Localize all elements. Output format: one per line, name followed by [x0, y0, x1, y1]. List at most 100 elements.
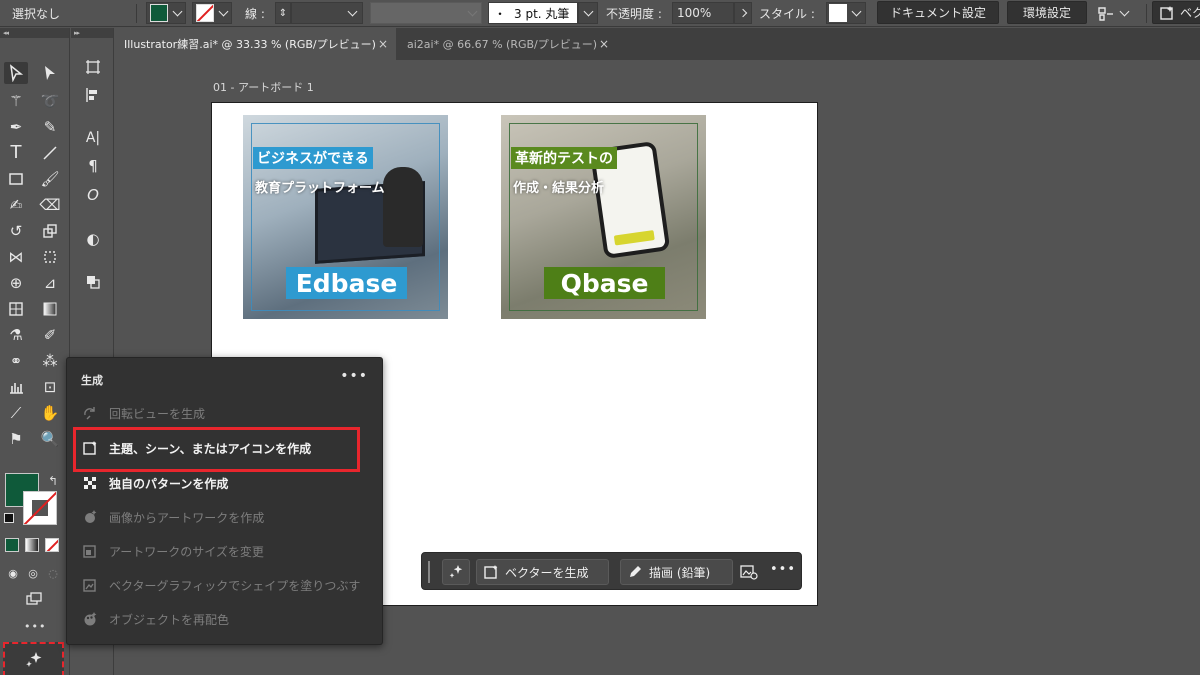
direct-selection-tool[interactable] [38, 62, 62, 84]
graphic-style-dropdown[interactable] [826, 2, 866, 24]
menu-item-resize-artwork[interactable]: アートワークのサイズを変更 [81, 536, 371, 566]
symbol-sprayer-icon: ⁂ [42, 351, 58, 370]
rotate-view-icon [81, 404, 99, 422]
taskbar-drag-handle[interactable] [428, 561, 430, 583]
character-panel-button[interactable]: A| [81, 127, 105, 149]
document-settings-button[interactable]: ドキュメント設定 [877, 1, 999, 24]
draw-inside-button[interactable]: ◌ [43, 562, 63, 584]
image-trace-button[interactable] [740, 564, 758, 583]
shape-builder-tool[interactable]: ⊕ [4, 272, 28, 294]
opentype-panel-button[interactable]: O [81, 184, 105, 206]
variable-width-profile[interactable] [370, 2, 482, 24]
ai-generate-button[interactable] [442, 559, 470, 585]
draw-normal-button[interactable]: ◉ [3, 562, 23, 584]
draw-behind-button[interactable]: ◎ [23, 562, 43, 584]
menu-item-create-pattern[interactable]: 独自のパターンを作成 [81, 468, 371, 498]
edit-toolbar-button[interactable]: ••• [24, 620, 46, 633]
line-segment-tool[interactable] [38, 142, 62, 164]
screen-mode-icon [26, 592, 42, 605]
tab-ai2ai[interactable]: ai2ai* @ 66.67 % (RGB/プレビュー) × [397, 28, 617, 60]
slice-tool[interactable]: ⟋ [4, 402, 28, 424]
artboard-tool[interactable]: ⊡ [38, 376, 62, 398]
qbase-banner-image[interactable]: 革新的テストの 作成・結果分析 Qbase [501, 115, 706, 319]
shaper-tool[interactable]: ✍ [4, 194, 28, 216]
generate-vector-button[interactable]: ベクターを生成 [476, 559, 609, 585]
type-tool[interactable]: T [4, 142, 28, 164]
brush-dropdown[interactable] [578, 2, 598, 24]
draw-pencil-button[interactable]: 描画 (鉛筆) [620, 559, 733, 585]
contextual-task-bar: ベクターを生成 描画 (鉛筆) ••• [421, 552, 802, 590]
perspective-grid-tool[interactable]: ⊿ [38, 272, 62, 294]
magic-wand-tool[interactable]: ⚚ [4, 90, 28, 112]
stroke-color-dropdown[interactable] [192, 2, 232, 24]
column-graph-tool[interactable] [4, 376, 28, 398]
opacity-field[interactable]: 100% [672, 2, 734, 24]
align-options-dropdown[interactable] [1097, 0, 1130, 27]
preferences-button[interactable]: 環境設定 [1007, 1, 1087, 24]
appearance-panel-button[interactable]: ◐ [81, 228, 105, 250]
align-panel-button[interactable] [81, 84, 105, 106]
stroke-swatch-large[interactable] [23, 491, 57, 525]
paintbrush-tool[interactable]: 🖌 [38, 168, 62, 190]
line-segment-icon [43, 146, 57, 160]
fill-color-dropdown[interactable] [146, 2, 186, 24]
symbol-sprayer-tool[interactable]: ⁂ [38, 350, 62, 372]
panel-dock-expand[interactable]: ▸▸ [71, 28, 113, 38]
free-transform-tool[interactable] [38, 246, 62, 268]
measure-tool[interactable]: ✐ [38, 324, 62, 346]
zoom-tool[interactable]: 🔍 [38, 428, 62, 450]
rotate-tool[interactable]: ↺ [4, 220, 28, 242]
eraser-tool[interactable]: ⌫ [38, 194, 62, 216]
taskbar-more-button[interactable]: ••• [770, 562, 796, 577]
blend-tool[interactable]: ⚭ [4, 350, 28, 372]
close-icon[interactable]: × [378, 37, 388, 51]
menu-item-artwork-from-image[interactable]: 画像からアートワークを作成 [81, 502, 371, 532]
gradient-mode-button[interactable] [25, 538, 39, 552]
eyedropper-tool[interactable]: ⚗ [4, 324, 28, 346]
lasso-tool[interactable]: ➰ [38, 90, 62, 112]
width-tool[interactable]: ⋈ [4, 246, 28, 268]
tools-panel-collapse[interactable]: ◂◂ [0, 28, 69, 38]
selection-tool[interactable] [4, 62, 28, 84]
default-colors-icon[interactable] [4, 513, 14, 523]
artboard-label[interactable]: 01 - アートボード 1 [213, 79, 314, 95]
none-mode-button[interactable] [45, 538, 59, 552]
scale-tool[interactable] [38, 220, 62, 242]
hand-tool[interactable]: ✋ [38, 402, 62, 424]
stroke-weight-stepper[interactable]: ⇕ [275, 2, 291, 24]
rectangle-tool[interactable] [4, 168, 28, 190]
edbase-banner-image[interactable]: ビジネスができる 教育プラットフォーム Edbase [243, 115, 448, 319]
magic-wand-icon: ⚚ [9, 91, 23, 110]
paragraph-panel-button[interactable]: ¶ [81, 155, 105, 177]
curvature-tool[interactable]: ✎ [38, 116, 62, 138]
swap-colors-icon[interactable]: ↰ [48, 474, 58, 488]
menu-item-fill-shape-with-vector[interactable]: ベクターグラフィックでシェイプを塗りつぶす [81, 570, 371, 600]
brush-definition-field[interactable]: ・ 3 pt. 丸筆 [488, 2, 578, 24]
stroke-weight-field[interactable] [291, 2, 363, 24]
stroke-label: 線 : [245, 7, 265, 21]
direct-selection-arrow-icon [45, 66, 55, 80]
flyout-more-button[interactable]: ••• [340, 368, 368, 384]
artboards-panel-button[interactable] [81, 56, 105, 78]
paintbrush-icon: 🖌 [40, 169, 60, 188]
menu-item-recolor-object[interactable]: オブジェクトを再配色 [81, 604, 371, 634]
tab-illustrator-practice[interactable]: Illustrator練習.ai* @ 33.33 % (RGB/プレビュー) … [114, 28, 396, 60]
generate-vector-top-button[interactable]: ベク [1152, 1, 1200, 24]
puppet-warp-tool[interactable]: ⚑ [4, 428, 28, 450]
chevron-down-icon [467, 6, 478, 16]
opacity-arrow-button[interactable] [734, 2, 752, 24]
generative-ai-tool-button[interactable] [3, 642, 64, 675]
menu-item-generate-rotate-view[interactable]: 回転ビューを生成 [81, 398, 371, 428]
color-mode-button[interactable] [5, 538, 19, 552]
screen-mode-button[interactable] [22, 588, 46, 610]
pathfinder-panel-button[interactable] [81, 271, 105, 293]
close-icon[interactable]: × [599, 37, 609, 51]
align-icon [1098, 6, 1113, 21]
menu-item-label: 独自のパターンを作成 [109, 476, 229, 491]
divider [136, 4, 137, 23]
selection-arrow-icon [9, 64, 24, 82]
pen-tool[interactable]: ✒ [4, 116, 28, 138]
mesh-tool[interactable] [4, 298, 28, 320]
gradient-tool[interactable] [38, 298, 62, 320]
menu-item-label: オブジェクトを再配色 [109, 612, 230, 627]
